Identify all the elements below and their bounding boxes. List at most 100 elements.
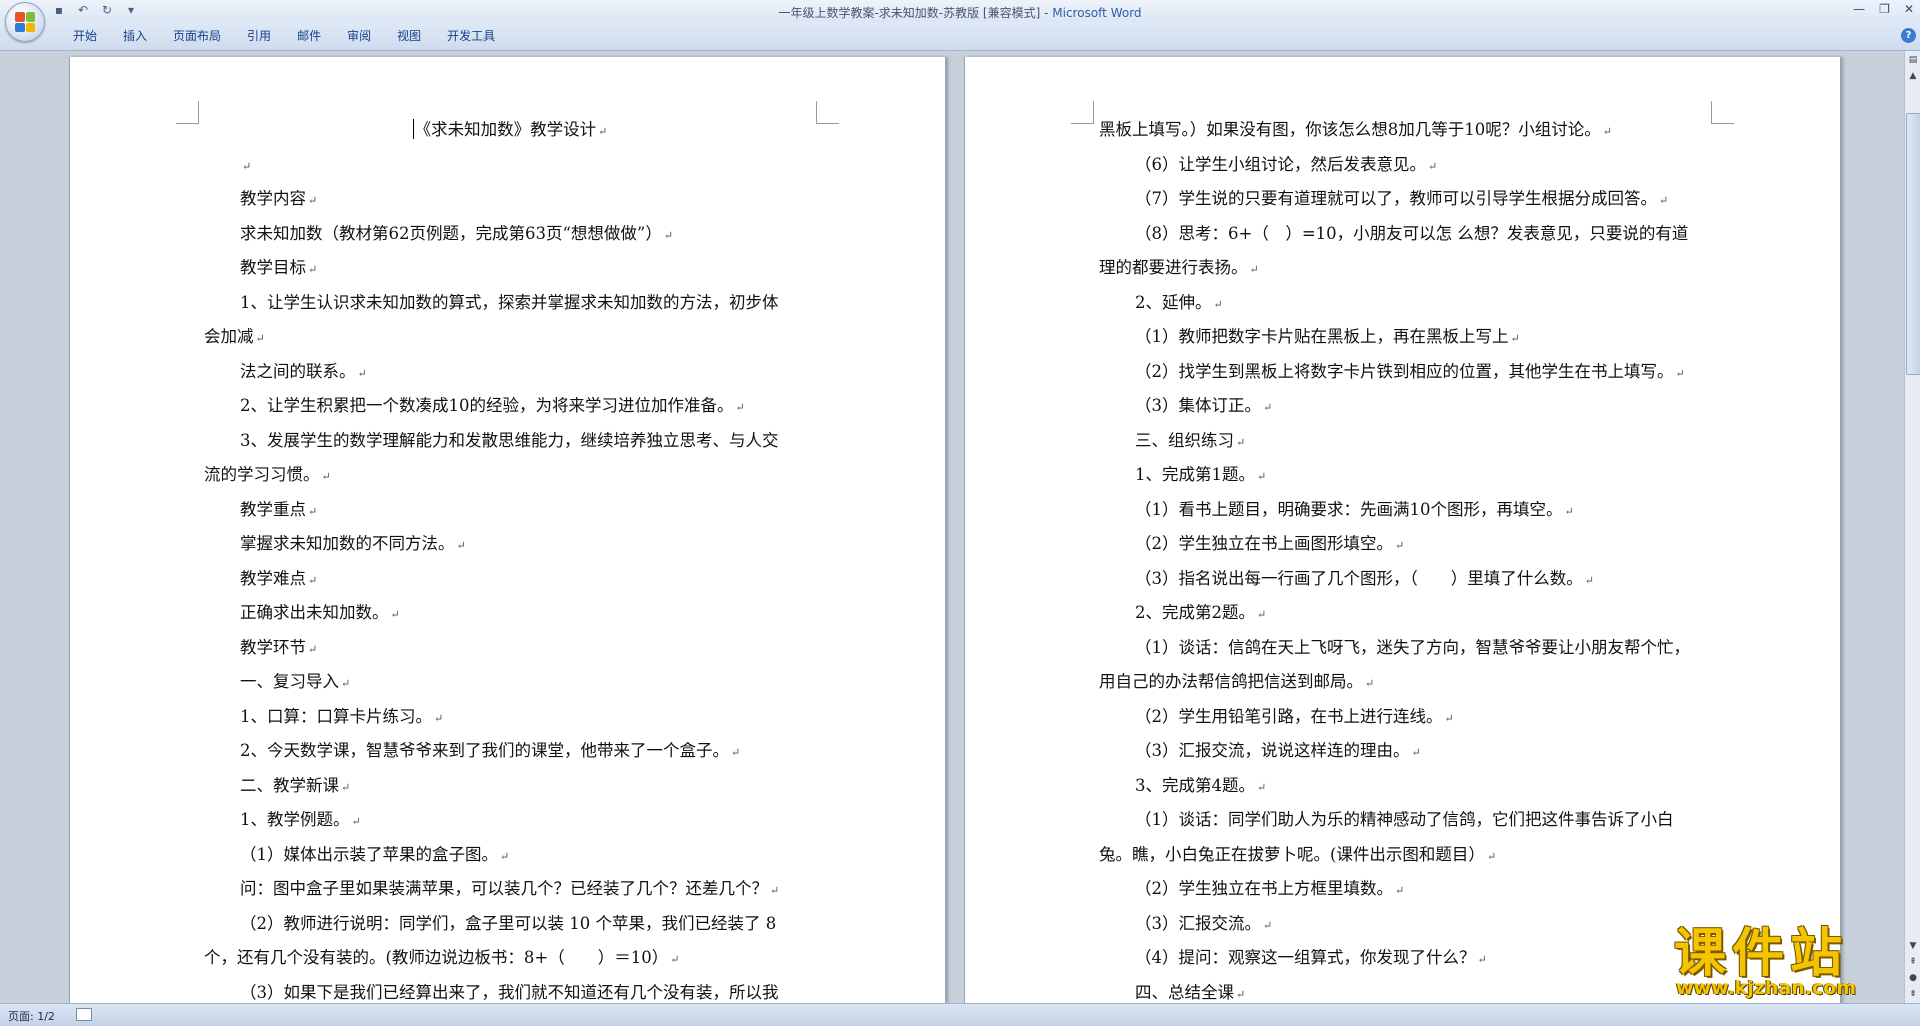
paragraph-line: （1）教师把数字卡片贴在黑板上，再在黑板上写上 ↵	[1099, 320, 1711, 355]
paragraph-text: 理的都要进行表扬。	[1099, 258, 1248, 277]
paragraph-line: 兔。瞧，小白兔正在拔萝卜呢。(课件出示图和题目） ↵	[1099, 838, 1711, 873]
paragraph-text: 教学内容	[240, 189, 306, 208]
paragraph-mark-icon: ↵	[1365, 677, 1375, 690]
document-page-2[interactable]: 黑板上填写。）如果没有图，你该怎么想8加几等于10呢？小组讨论。 ↵ （6）让学生小…	[964, 57, 1841, 1003]
vertical-scrollbar[interactable]: ▤ ▲ ▼ ⇞ ● ⇟	[1904, 51, 1920, 1003]
tab-view[interactable]: 视图	[384, 28, 434, 44]
paragraph-line: 2、让学生积累把一个数凑成10的经验，为将来学习进位加作准备。 ↵	[204, 389, 816, 424]
paragraph-mark-icon: ↵	[1411, 746, 1421, 759]
ribbon-tabs: 开始 插入 页面布局 引用 邮件 审阅 视图 开发工具	[60, 28, 508, 44]
paragraph-text: （3）集体订正。	[1135, 396, 1261, 415]
paragraph-mark-icon: ↵	[434, 711, 444, 725]
paragraph-text: 1、完成第1题。	[1135, 465, 1255, 484]
minimize-icon[interactable]: —	[1853, 2, 1865, 16]
tab-mailings[interactable]: 邮件	[284, 28, 334, 44]
paragraph-line: 理的都要进行表扬。 ↵	[1099, 251, 1711, 286]
paragraph-mark-icon: ↵	[1213, 297, 1223, 311]
restore-icon[interactable]: ❐	[1879, 2, 1890, 16]
paragraph-line: （2）找学生到黑板上将数字卡片铁到相应的位置，其他学生在书上填写。 ↵	[1099, 355, 1711, 390]
paragraph-mark-icon: ↵	[1486, 849, 1497, 863]
paragraph-text: （4）提问：观察这一组算式，你发现了什么？	[1135, 948, 1476, 967]
document-title: 一年级上数学教案-求未知加数-苏教版 [兼容模式] -	[778, 6, 1053, 20]
paragraph-mark-icon: ↵	[1257, 470, 1267, 483]
office-button[interactable]	[5, 2, 45, 42]
window-controls: — ❐ ✕	[1853, 2, 1914, 16]
scroll-up-icon[interactable]: ▲	[1906, 69, 1920, 83]
paragraph-text: 会加减	[204, 327, 254, 346]
paragraph-line: 掌握求未知加数的不同方法。 ↵	[204, 527, 816, 562]
paragraph-line: （2）学生用铅笔引路，在书上进行连线。 ↵	[1099, 700, 1711, 735]
window-title: 一年级上数学教案-求未知加数-苏教版 [兼容模式] - Microsoft Wo…	[0, 4, 1920, 21]
scrollbar-thumb[interactable]	[1906, 113, 1920, 375]
paragraph-text: 个，还有几个没有装的。(教师边说边板书：8+（ ）＝10）	[204, 948, 669, 967]
browse-object-icon[interactable]: ●	[1906, 971, 1920, 985]
paragraph-line: 教学难点 ↵	[204, 562, 816, 597]
previous-page-icon[interactable]: ⇞	[1906, 955, 1920, 969]
next-page-icon[interactable]: ⇟	[1906, 987, 1920, 1001]
paragraph-mark-icon: ↵	[1510, 332, 1520, 345]
scroll-down-icon[interactable]: ▼	[1906, 939, 1920, 953]
paragraph-text: 教学目标	[240, 258, 306, 277]
crop-mark	[816, 101, 839, 124]
paragraph-text: 四、总结全课	[1135, 982, 1234, 1002]
paragraph-line: 教学环节 ↵	[204, 631, 816, 666]
paragraph-text: （2）教师进行说明：同学们，盒子里可以装 10 个苹果，我们已经装了 8	[240, 913, 777, 933]
paragraph-text: （3）汇报交流，说说这样连的理由。	[1135, 741, 1410, 760]
paragraph-mark-icon: ↵	[341, 780, 351, 794]
paragraph-text: 1、教学例题。	[240, 810, 350, 829]
paragraph-text: （1）谈话：同学们助人为乐的精神感动了信鸽，它们把这件事告诉了小白	[1135, 810, 1674, 829]
paragraph-text: 流的学习习惯。	[204, 465, 320, 484]
watermark-url: www.kjzhan.com	[1676, 977, 1857, 999]
tab-home[interactable]: 开始	[60, 28, 110, 44]
paragraph-line: （1）谈话：同学们助人为乐的精神感动了信鸽，它们把这件事告诉了小白	[1099, 803, 1711, 838]
paragraph-text: 一、复习导入	[240, 672, 339, 691]
paragraph-mark-icon: ↵	[1675, 366, 1685, 380]
paragraph-text: 正确求出未知加数。	[240, 603, 389, 622]
paragraph-mark-icon: ↵	[1395, 884, 1405, 897]
paragraph-mark-icon: ↵	[1428, 159, 1438, 173]
proofing-icon[interactable]	[76, 1008, 92, 1021]
paragraph-line: 正确求出未知加数。 ↵	[204, 596, 816, 631]
document-page-1[interactable]: 《求未知加数》教学设计 ↵ ↵ 教学内容 ↵ 求未知加数（教材第62页例题，完成第63页…	[69, 57, 946, 1003]
paragraph-line: 2、完成第2题。 ↵	[1099, 596, 1711, 631]
help-icon[interactable]: ?	[1901, 28, 1916, 43]
paragraph-text: （2）学生用铅笔引路，在书上进行连线。	[1135, 706, 1443, 726]
paragraph-mark-icon: ↵	[1249, 263, 1259, 276]
page-1-text: 《求未知加数》教学设计 ↵ ↵ 教学内容 ↵ 求未知加数（教材第62页例题，完成第63页…	[204, 113, 816, 1003]
paragraph-text: 2、让学生积累把一个数凑成10的经验，为将来学习进位加作准备。	[240, 396, 734, 415]
watermark-brand: 课件站	[1674, 924, 1849, 984]
tab-insert[interactable]: 插入	[110, 28, 160, 44]
paragraph-line: （3）集体订正。 ↵	[1099, 389, 1711, 424]
tab-review[interactable]: 审阅	[334, 28, 384, 44]
paragraph-text: 二、教学新课	[240, 775, 339, 795]
paragraph-text: 教学重点	[240, 499, 306, 519]
tab-developer[interactable]: 开发工具	[434, 28, 508, 44]
paragraph-line: （1）谈话：信鸽在天上飞呀飞，迷失了方向，智慧爷爷要让小朋友帮个忙，	[1099, 631, 1711, 666]
close-icon[interactable]: ✕	[1904, 2, 1914, 16]
paragraph-text: 3、发展学生的数学理解能力和发散思维能力，继续培养独立思考、与人交	[240, 430, 779, 450]
crop-mark	[176, 101, 199, 124]
paragraph-line: （1）媒体出示装了苹果的盒子图。 ↵	[204, 838, 816, 873]
paragraph-mark-icon: ↵	[1564, 504, 1574, 518]
paragraph-text: 1、让学生认识求未知加数的算式，探索并掌握求未知加数的方法，初步体	[240, 292, 779, 312]
app-name: Microsoft Word	[1052, 6, 1142, 20]
paragraph-mark-icon: ↵	[1584, 573, 1594, 587]
paragraph-line: （3）汇报交流，说说这样连的理由。 ↵	[1099, 734, 1711, 769]
paragraph-mark-icon: ↵	[770, 884, 780, 897]
paragraph-mark-icon: ↵	[1444, 711, 1454, 725]
paragraph-mark-icon: ↵	[1257, 780, 1267, 794]
paragraph-text: 问：图中盒子里如果装满苹果，可以装几个？已经装了几个？还差几个？	[240, 879, 768, 898]
paragraph-mark-icon: ↵	[1477, 953, 1487, 966]
paragraph-line: （1）看书上题目，明确要求：先画满10个图形，再填空。 ↵	[1099, 493, 1711, 528]
office-logo-icon	[15, 12, 35, 32]
tab-page-layout[interactable]: 页面布局	[160, 28, 234, 44]
paragraph-mark-icon: ↵	[390, 608, 400, 621]
paragraph-mark-icon: ↵	[1236, 987, 1246, 1001]
paragraph-line: 教学目标 ↵	[204, 251, 816, 286]
paragraph-mark-icon: ↵	[731, 746, 741, 759]
paragraph-mark-icon: ↵	[1395, 539, 1405, 552]
tab-references[interactable]: 引用	[234, 28, 284, 44]
ruler-toggle-icon[interactable]: ▤	[1906, 53, 1920, 67]
page-counter[interactable]: 页面: 1/2	[8, 1008, 55, 1024]
paragraph-line: （2）学生独立在书上方框里填数。 ↵	[1099, 872, 1711, 907]
